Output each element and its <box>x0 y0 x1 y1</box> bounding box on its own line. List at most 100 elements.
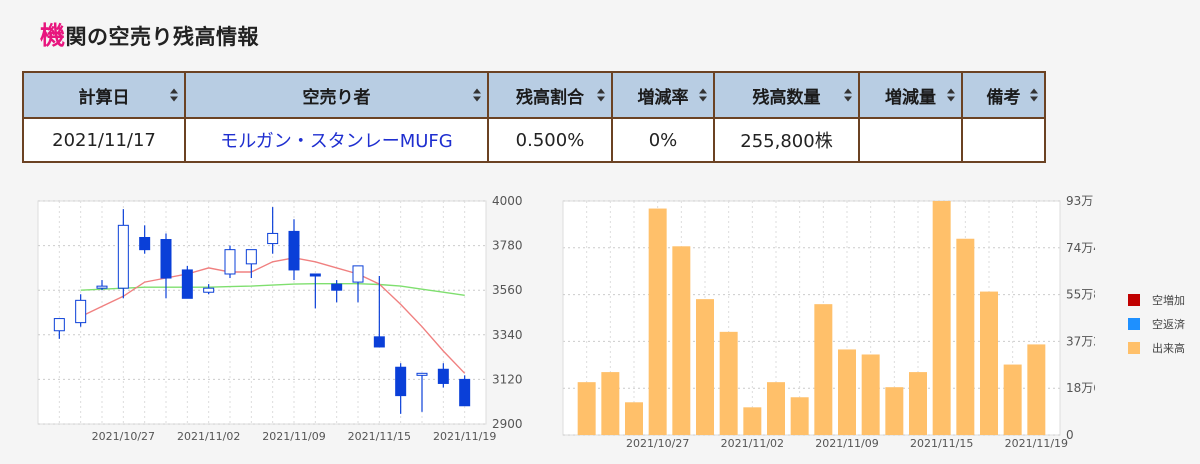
volume-bar <box>1027 344 1046 435</box>
volume-bar <box>980 291 998 435</box>
volume-bar <box>672 246 691 435</box>
candle-body <box>309 273 321 277</box>
legend-swatch-volume <box>1128 342 1140 354</box>
volume-bar <box>577 382 596 435</box>
cell-calc-date: 2021/11/17 <box>22 117 186 163</box>
header-label: 空売り者 <box>302 87 371 108</box>
cell-change-rate: 0% <box>611 117 715 163</box>
volume-bar <box>648 208 667 435</box>
x-tick-label: 2021/11/09 <box>815 437 878 450</box>
legend-label: 空返済 <box>1152 318 1185 331</box>
sort-icon <box>844 88 852 102</box>
candle-body <box>245 249 257 265</box>
sort-icon <box>597 88 605 102</box>
legend-item: 出来高 <box>1128 336 1200 360</box>
volume-bar <box>861 354 880 435</box>
candle-body <box>96 285 108 289</box>
volume-bar <box>719 331 738 435</box>
x-tick-label: 2021/11/19 <box>1005 437 1068 450</box>
sort-icon <box>170 88 178 102</box>
candle-body <box>117 224 129 289</box>
volume-bar <box>956 238 975 435</box>
header-label: 残高割合 <box>516 87 584 108</box>
header-label: 増減率 <box>637 87 689 108</box>
sort-icon <box>699 88 707 102</box>
header-seller[interactable]: 空売り者 <box>184 71 489 119</box>
y-tick-label: 4000 <box>492 194 523 208</box>
volume-bar <box>1003 364 1022 435</box>
y-tick-label: 3340 <box>492 328 523 342</box>
candle-body <box>224 249 236 275</box>
page-title: 機関の空売り残高情報 <box>40 16 259 52</box>
volume-bar <box>790 397 809 435</box>
x-tick-label: 2021/10/27 <box>626 437 689 450</box>
x-tick-label: 2021/11/19 <box>433 430 496 443</box>
candle-body <box>267 232 279 245</box>
y-tick-label: 3780 <box>492 239 523 253</box>
header-notes[interactable]: 備考 <box>961 71 1046 119</box>
volume-bar <box>767 382 785 435</box>
page-title-accent: 機 <box>40 21 66 50</box>
header-quantity[interactable]: 残高数量 <box>713 71 860 119</box>
short-sale-table: 計算日 空売り者 残高割合 増減率 残高数量 増減量 備考 2021/11/17… <box>22 71 1046 163</box>
plot-area <box>37 200 487 425</box>
candle-body <box>352 265 364 283</box>
volume-bar-chart: 93万74万400055万800037万200018万600002021/10/… <box>562 194 1095 450</box>
legend-item: 空増加 <box>1128 288 1200 312</box>
candle-body <box>373 336 385 348</box>
y-tick-label: 37万2000 <box>1066 334 1095 348</box>
volume-bar <box>909 372 927 435</box>
candle-body <box>437 368 449 384</box>
x-tick-label: 2021/10/27 <box>92 430 155 443</box>
candle-body <box>139 236 151 251</box>
x-tick-label: 2021/11/09 <box>262 430 325 443</box>
cell-change-amount <box>858 117 963 163</box>
y-tick-label: 18万6000 <box>1066 381 1095 395</box>
candle-body <box>203 287 215 293</box>
volume-bar <box>932 201 951 435</box>
y-tick-label: 93万 <box>1066 194 1093 208</box>
cell-ratio: 0.500% <box>487 117 613 163</box>
candle-body <box>331 283 343 291</box>
header-calc-date[interactable]: 計算日 <box>22 71 186 119</box>
candle-body <box>181 269 193 299</box>
volume-bar <box>601 372 620 435</box>
table-header-row: 計算日 空売り者 残高割合 増減率 残高数量 増減量 備考 <box>22 71 1046 119</box>
legend-item: 空返済 <box>1128 312 1200 336</box>
volume-legend: 空増加 空返済 出来高 <box>1128 288 1200 360</box>
x-tick-label: 2021/11/02 <box>177 430 240 443</box>
candle-body <box>288 230 300 271</box>
volume-bar <box>814 304 833 435</box>
candle-body <box>395 366 407 397</box>
header-label: 備考 <box>986 87 1021 108</box>
legend-swatch-increase <box>1128 294 1140 306</box>
y-tick-label: 3120 <box>492 372 523 386</box>
cell-seller-link[interactable]: モルガン・スタンレーMUFG <box>184 117 489 163</box>
sort-icon <box>473 88 481 102</box>
candle-body <box>160 239 172 279</box>
legend-label: 空増加 <box>1152 294 1185 307</box>
y-tick-label: 2900 <box>492 417 523 431</box>
legend-label: 出来高 <box>1152 342 1185 355</box>
cell-quantity: 255,800株 <box>713 117 860 163</box>
header-change-amount[interactable]: 増減量 <box>858 71 963 119</box>
candle-body <box>75 299 87 324</box>
x-tick-label: 2021/11/15 <box>348 430 411 443</box>
volume-bar <box>696 299 714 435</box>
x-tick-label: 2021/11/02 <box>721 437 784 450</box>
header-label: 残高数量 <box>752 87 821 108</box>
volume-bar <box>625 402 643 435</box>
header-label: 計算日 <box>78 87 130 108</box>
header-change-rate[interactable]: 増減率 <box>611 71 715 119</box>
header-ratio[interactable]: 残高割合 <box>487 71 613 119</box>
price-candlestick-chart: 4000 3780 3560 3340 3120 2900 2021/10/27 2021/1… <box>37 194 523 443</box>
x-tick-label: 2021/11/15 <box>910 437 973 450</box>
legend-swatch-repay <box>1128 318 1140 330</box>
header-label: 増減量 <box>885 87 936 108</box>
sort-icon <box>1030 88 1038 102</box>
volume-bar <box>885 387 904 435</box>
page-title-text: 関の空売り残高情報 <box>65 25 260 49</box>
y-tick-label: 55万8000 <box>1066 288 1095 302</box>
table-row: 2021/11/17 モルガン・スタンレーMUFG 0.500% 0% 255,… <box>22 117 1046 163</box>
volume-bar <box>743 407 762 435</box>
